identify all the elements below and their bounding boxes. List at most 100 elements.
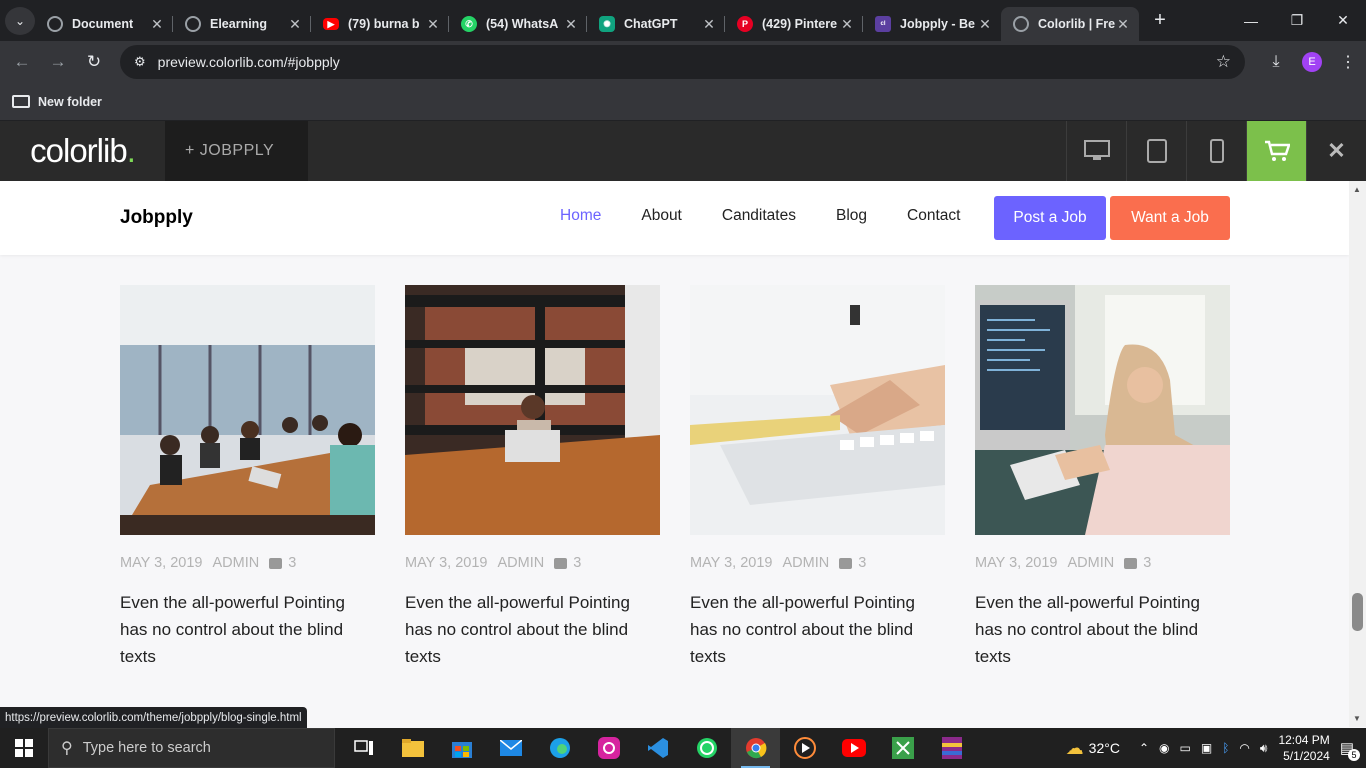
forward-icon[interactable]: → (40, 44, 76, 80)
post-date[interactable]: MAY 3, 2019 (690, 555, 773, 571)
edge-icon[interactable] (535, 728, 584, 768)
tab-jobpply[interactable]: cl Jobpply - Be ✕ (863, 7, 1001, 41)
post-comments[interactable]: 3 (554, 555, 581, 571)
url-bar[interactable]: ⚙ preview.colorlib.com/#jobpply ☆ (120, 45, 1245, 79)
post-comments[interactable]: 3 (839, 555, 866, 571)
colorlib-icon: cl (875, 16, 891, 32)
mail-icon[interactable] (486, 728, 535, 768)
record-icon[interactable]: ◉ (1159, 741, 1169, 755)
reload-icon[interactable]: ↻ (76, 44, 112, 80)
weather-temperature[interactable]: 32°C (1089, 740, 1120, 756)
instagram-icon[interactable] (584, 728, 633, 768)
profile-button[interactable]: E (1294, 44, 1330, 80)
excel-icon[interactable] (878, 728, 927, 768)
post-date[interactable]: MAY 3, 2019 (120, 555, 203, 571)
menu-icon[interactable]: ⋮ (1330, 44, 1366, 80)
battery-icon[interactable]: ▭ (1180, 741, 1191, 755)
youtube-icon[interactable] (829, 728, 878, 768)
tab-pinterest[interactable]: P (429) Pintere ✕ (725, 7, 863, 41)
device-icon[interactable]: ▣ (1201, 741, 1212, 755)
want-job-button[interactable]: Want a Job (1110, 196, 1230, 240)
colorlib-logo[interactable]: colorlib. (0, 121, 165, 181)
tablet-view-button[interactable] (1126, 121, 1186, 181)
nav-about[interactable]: About (641, 207, 682, 225)
notification-icon[interactable]: ▤ 5 (1340, 739, 1360, 761)
minimize-icon[interactable]: — (1228, 0, 1274, 41)
chrome-icon[interactable] (731, 728, 780, 768)
website-viewport: Jobpply Home About Canditates Blog Conta… (0, 181, 1349, 727)
tab-document[interactable]: Document ✕ (35, 7, 173, 41)
post-comments[interactable]: 3 (269, 555, 296, 571)
taskbar-search[interactable]: ⚲ Type here to search (48, 728, 335, 768)
media-player-icon[interactable] (780, 728, 829, 768)
vscode-icon[interactable] (633, 728, 682, 768)
post-author[interactable]: ADMIN (1068, 555, 1115, 571)
close-icon[interactable]: ✕ (425, 16, 441, 33)
desktop-view-button[interactable] (1066, 121, 1126, 181)
winrar-icon[interactable] (927, 728, 976, 768)
close-preview-button[interactable]: ✕ (1306, 121, 1366, 181)
file-explorer-icon[interactable] (388, 728, 437, 768)
tab-youtube[interactable]: ▶ (79) burna b ✕ (311, 7, 449, 41)
close-icon[interactable]: ✕ (977, 16, 993, 33)
bookmark-star-icon[interactable]: ☆ (1216, 52, 1231, 72)
scroll-down-icon[interactable]: ▼ (1353, 714, 1361, 723)
volume-icon[interactable]: 🔊︎ (1260, 741, 1268, 756)
windows-start-button[interactable] (0, 728, 48, 768)
cart-button[interactable] (1246, 121, 1306, 181)
new-tab-button[interactable]: + (1145, 9, 1175, 32)
post-date[interactable]: MAY 3, 2019 (975, 555, 1058, 571)
site-brand[interactable]: Jobpply (120, 207, 193, 229)
bookmark-folder[interactable]: New folder (38, 95, 102, 109)
post-comments[interactable]: 3 (1124, 555, 1151, 571)
scrollbar-thumb[interactable] (1352, 593, 1363, 631)
nav-blog[interactable]: Blog (836, 207, 867, 225)
nav-canditates[interactable]: Canditates (722, 207, 796, 225)
woman-computer-photo[interactable] (975, 285, 1230, 535)
post-date[interactable]: MAY 3, 2019 (405, 555, 488, 571)
close-icon[interactable]: ✕ (701, 16, 717, 33)
post-author[interactable]: ADMIN (498, 555, 545, 571)
restore-icon[interactable]: ❐ (1274, 0, 1320, 41)
close-icon[interactable]: ✕ (839, 16, 855, 33)
post-title[interactable]: Even the all-powerful Pointing has no co… (690, 589, 945, 670)
chevron-up-icon[interactable]: ⌃ (1139, 741, 1149, 755)
system-clock[interactable]: 12:04 PM 5/1/2024 (1278, 732, 1329, 764)
woman-laptop-photo[interactable] (405, 285, 660, 535)
whatsapp-icon[interactable] (682, 728, 731, 768)
tab-colorlib[interactable]: Colorlib | Fre ✕ (1001, 7, 1139, 41)
page-scrollbar[interactable]: ▲ ▼ (1349, 181, 1366, 727)
mobile-view-button[interactable] (1186, 121, 1246, 181)
close-icon[interactable]: ✕ (287, 16, 303, 33)
close-window-icon[interactable]: ✕ (1320, 0, 1366, 41)
nav-contact[interactable]: Contact (907, 207, 960, 225)
wifi-icon[interactable]: ◠ (1239, 741, 1249, 755)
weather-icon[interactable]: ☁ (1066, 738, 1084, 759)
close-icon[interactable]: ✕ (149, 16, 165, 33)
nav-home[interactable]: Home (560, 207, 601, 225)
tab-chatgpt[interactable]: ✺ ChatGPT ✕ (587, 7, 725, 41)
post-title[interactable]: Even the all-powerful Pointing has no co… (975, 589, 1230, 670)
post-job-button[interactable]: Post a Job (994, 196, 1106, 240)
back-icon[interactable]: ← (4, 44, 40, 80)
tab-search-button[interactable]: ⌄ (5, 6, 35, 35)
close-icon[interactable]: ✕ (1115, 16, 1131, 33)
hand-keyboard-photo[interactable] (690, 285, 945, 535)
post-author[interactable]: ADMIN (783, 555, 830, 571)
microsoft-store-icon[interactable] (437, 728, 486, 768)
scroll-up-icon[interactable]: ▲ (1353, 185, 1361, 194)
theme-selector[interactable]: + JOBPPLY (165, 121, 308, 181)
tab-whatsapp[interactable]: ✆ (54) WhatsA ✕ (449, 7, 587, 41)
post-title[interactable]: Even the all-powerful Pointing has no co… (405, 589, 660, 670)
site-settings-icon[interactable]: ⚙ (134, 54, 146, 70)
download-icon[interactable]: ⤓ (1258, 44, 1294, 80)
close-icon[interactable]: ✕ (563, 16, 579, 33)
post-meta: MAY 3, 2019 ADMIN 3 (120, 555, 375, 571)
post-title[interactable]: Even the all-powerful Pointing has no co… (120, 589, 375, 670)
search-icon: ⚲ (61, 740, 73, 757)
bluetooth-icon[interactable]: ᛒ (1222, 741, 1229, 755)
meeting-room-photo[interactable] (120, 285, 375, 535)
post-author[interactable]: ADMIN (213, 555, 260, 571)
task-view-icon[interactable] (339, 728, 388, 768)
tab-elearning[interactable]: Elearning ✕ (173, 7, 311, 41)
